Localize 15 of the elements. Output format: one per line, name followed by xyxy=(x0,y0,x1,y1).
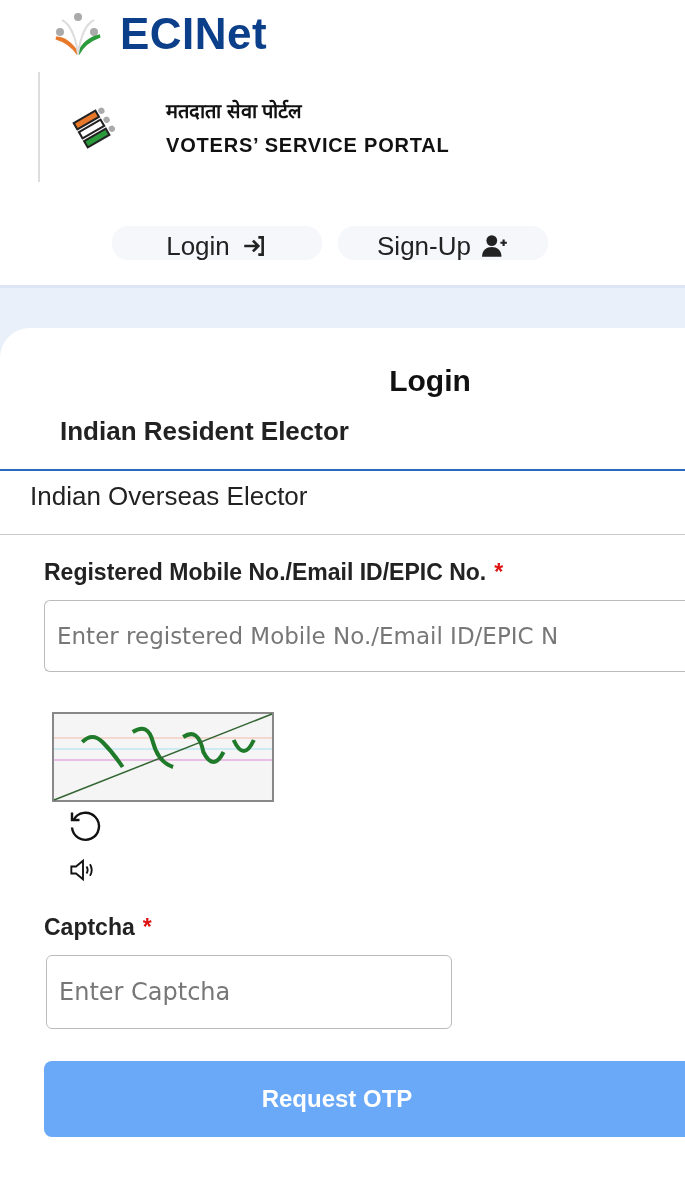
field-label: Registered Mobile No./Email ID/EPIC No. * xyxy=(44,559,504,586)
elector-tab[interactable]: Indian Resident Elector xyxy=(0,406,685,471)
elector-tab[interactable]: Indian Overseas Elector xyxy=(0,471,685,535)
login-title: Login xyxy=(389,364,471,398)
id-input-field[interactable]: Enter registered Mobile No./Email ID/EPIC N xyxy=(44,600,685,672)
captcha-input-field[interactable]: Enter Captcha xyxy=(46,955,452,1029)
portal-title-hindi: मतदाता सेवा पोर्टल xyxy=(166,98,304,124)
required-mark: * xyxy=(494,559,504,585)
add-user-icon xyxy=(480,233,509,259)
field-label: Captcha * xyxy=(44,914,152,941)
required-mark: * xyxy=(142,914,152,940)
brand-name: ECINet xyxy=(120,9,268,59)
login-button[interactable]: Login xyxy=(112,226,322,260)
portal-title: VOTERS’ SERVICE PORTAL xyxy=(166,134,450,157)
sign-up-button[interactable]: Sign-Up xyxy=(338,226,548,260)
